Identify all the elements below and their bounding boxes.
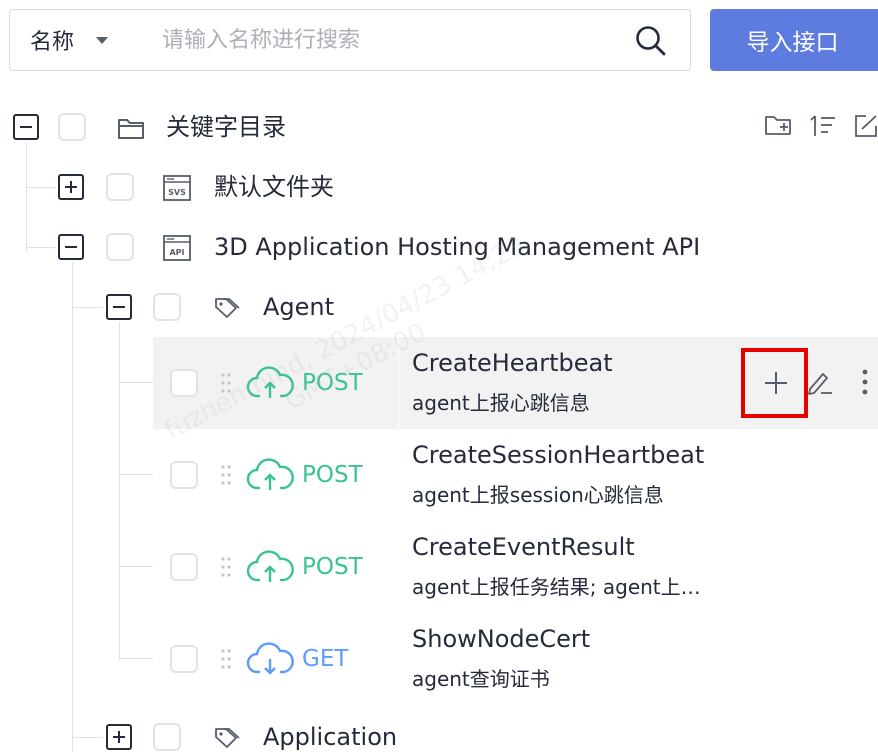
chevron-down-icon	[96, 36, 109, 44]
more-icon[interactable]	[851, 368, 878, 396]
api-name[interactable]: CreateHeartbeat	[412, 348, 613, 378]
folder-checkbox[interactable]	[106, 233, 134, 261]
method-badge: GET	[302, 646, 349, 672]
api-checkbox[interactable]	[170, 369, 198, 397]
api-name[interactable]: ShowNodeCert	[412, 624, 590, 654]
drag-handle-icon[interactable]	[220, 556, 232, 578]
collapse-root-button[interactable]	[13, 114, 39, 140]
folder-label[interactable]: 3D Application Hosting Management API	[214, 232, 700, 262]
tag-checkbox[interactable]	[153, 293, 181, 321]
tree-guide-line	[26, 247, 56, 248]
method-badge: POST	[302, 554, 363, 580]
svg-text:API: API	[169, 248, 184, 257]
tag-icon	[215, 728, 240, 748]
api-name[interactable]: CreateSessionHeartbeat	[412, 440, 704, 470]
search-icon[interactable]	[634, 24, 668, 58]
tree-guide-line	[26, 187, 56, 188]
folder-checkbox[interactable]	[106, 173, 134, 201]
api-description: agent查询证书	[412, 667, 550, 691]
folder-label[interactable]: 默认文件夹	[214, 172, 334, 202]
api-name[interactable]: CreateEventResult	[412, 532, 635, 562]
search-scope-select[interactable]: 名称	[10, 24, 138, 56]
tree-guide-line	[26, 142, 27, 251]
tree-guide-line	[119, 382, 153, 383]
tag-label[interactable]: Agent	[263, 292, 334, 322]
method-badge: POST	[302, 370, 363, 396]
api-checkbox[interactable]	[170, 461, 198, 489]
method-badge: POST	[302, 462, 363, 488]
edit-icon[interactable]	[806, 368, 834, 396]
sort-icon[interactable]	[810, 112, 838, 140]
tree-guide-line	[119, 322, 120, 660]
svs-folder-icon: SVS	[163, 175, 191, 201]
api-checkbox[interactable]	[170, 645, 198, 673]
search-input[interactable]	[162, 20, 622, 60]
export-icon[interactable]	[852, 112, 878, 140]
root-label[interactable]: 关键字目录	[166, 112, 286, 142]
cloud-upload-icon	[246, 458, 294, 490]
new-folder-icon[interactable]	[764, 112, 792, 140]
api-description: agent上报心跳信息	[412, 391, 590, 415]
tree-guide-line	[72, 737, 103, 738]
api-checkbox[interactable]	[170, 553, 198, 581]
tag-icon	[215, 298, 240, 318]
row-divider	[398, 337, 399, 429]
drag-handle-icon[interactable]	[220, 648, 232, 670]
api-description: agent上报session心跳信息	[412, 483, 664, 507]
drag-handle-icon[interactable]	[220, 464, 232, 486]
folder-icon	[118, 119, 144, 139]
tree-guide-line	[119, 566, 153, 567]
tree-guide-line	[72, 307, 103, 308]
search-bar: 名称	[9, 9, 691, 71]
highlight-box	[741, 348, 808, 418]
import-api-button[interactable]: 导入接口	[710, 9, 878, 71]
tag-checkbox[interactable]	[153, 723, 181, 751]
cloud-upload-icon	[246, 550, 294, 582]
collapse-folder-button[interactable]	[58, 234, 84, 260]
api-description: agent上报任务结果; agent上…	[412, 575, 701, 599]
expand-folder-button[interactable]	[58, 174, 84, 200]
api-folder-icon: API	[163, 235, 191, 261]
drag-handle-icon[interactable]	[220, 372, 232, 394]
search-scope-label: 名称	[30, 30, 75, 55]
svg-text:SVS: SVS	[168, 188, 186, 197]
root-checkbox[interactable]	[58, 113, 86, 141]
tree-guide-line	[72, 262, 73, 751]
collapse-tag-button[interactable]	[106, 294, 132, 320]
tree-guide-line	[119, 474, 153, 475]
import-api-label: 导入接口	[746, 30, 839, 56]
tag-label[interactable]: Application	[263, 722, 397, 752]
cloud-download-icon	[246, 642, 294, 675]
expand-tag-button[interactable]	[106, 724, 132, 750]
tree-guide-line	[119, 658, 153, 659]
cloud-upload-icon	[246, 366, 294, 398]
